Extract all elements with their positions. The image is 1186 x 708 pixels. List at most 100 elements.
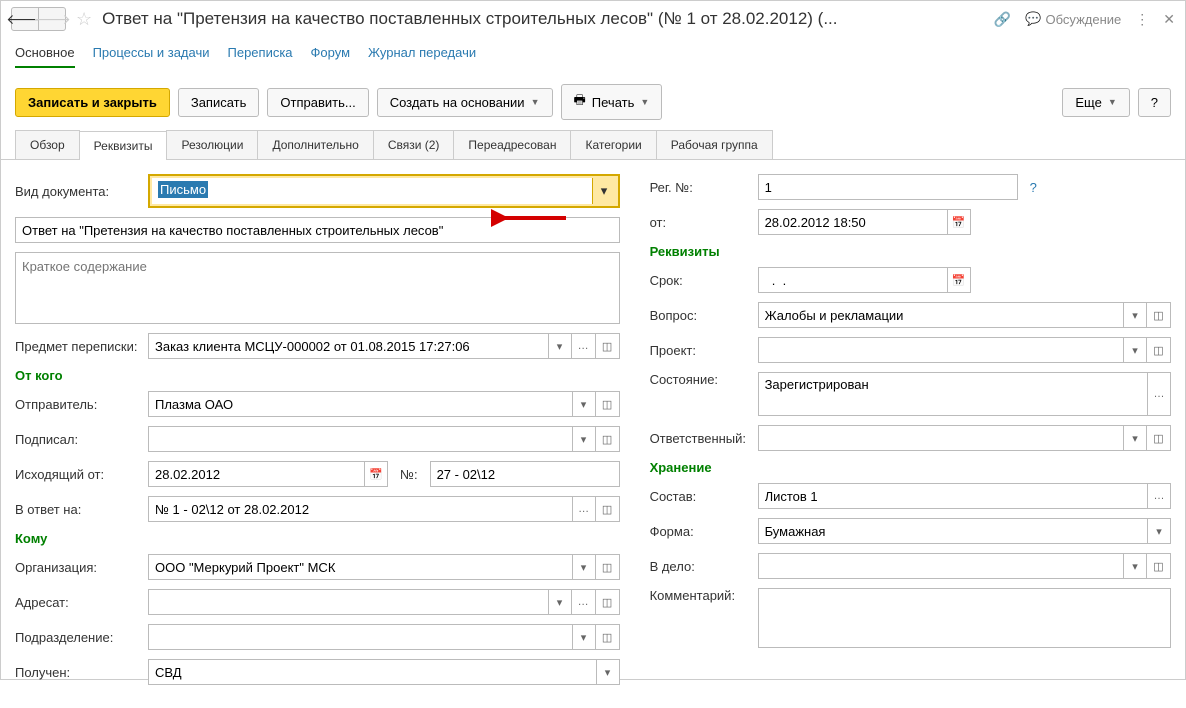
comment-label: Комментарий: [650, 588, 750, 603]
save-close-button[interactable]: Записать и закрыть [15, 88, 170, 117]
chat-icon: 💬 [1025, 11, 1041, 27]
menu-forum[interactable]: Форум [311, 45, 351, 68]
tab-requisites[interactable]: Реквизиты [79, 131, 168, 160]
sender-label: Отправитель: [15, 397, 140, 412]
favorite-star-icon[interactable]: ☆ [76, 9, 92, 30]
composition-input[interactable] [758, 483, 1147, 509]
menu-correspondence[interactable]: Переписка [228, 45, 293, 68]
open-icon[interactable]: ◫ [596, 426, 620, 452]
open-icon[interactable]: ◫ [1147, 553, 1171, 579]
dropdown-icon[interactable]: ▾ [596, 659, 620, 685]
open-icon[interactable]: ◫ [596, 589, 620, 615]
addressee-label: Адресат: [15, 595, 140, 610]
comment-textarea[interactable] [758, 588, 1171, 648]
project-label: Проект: [650, 343, 750, 358]
reply-to-input[interactable] [148, 496, 572, 522]
dropdown-icon[interactable]: ▾ [548, 333, 572, 359]
from-section-label: От кого [15, 368, 620, 383]
doc-type-label: Вид документа: [15, 184, 140, 199]
calendar-icon[interactable]: 📅 [364, 461, 388, 487]
deadline-input[interactable] [758, 267, 947, 293]
menu-processes[interactable]: Процессы и задачи [93, 45, 210, 68]
dropdown-icon[interactable]: ▾ [572, 554, 596, 580]
open-icon[interactable]: ◫ [1147, 302, 1171, 328]
dropdown-icon[interactable]: ▾ [1123, 553, 1147, 579]
print-button[interactable]: 🖶Печать▼ [561, 84, 663, 120]
menu-journal[interactable]: Журнал передачи [368, 45, 476, 68]
calendar-icon[interactable]: 📅 [947, 267, 971, 293]
reply-to-label: В ответ на: [15, 502, 140, 517]
status-input[interactable]: Зарегистрирован [758, 372, 1147, 416]
num-label: №: [400, 467, 418, 482]
open-icon[interactable]: ◫ [1147, 425, 1171, 451]
dropdown-icon[interactable]: ▾ [572, 426, 596, 452]
open-icon[interactable]: ◫ [596, 496, 620, 522]
help-icon[interactable]: ? [1030, 180, 1037, 195]
outgoing-date-input[interactable] [148, 461, 364, 487]
subject-input[interactable] [15, 217, 620, 243]
addressee-input[interactable] [148, 589, 548, 615]
tab-overview[interactable]: Обзор [15, 130, 80, 159]
discuss-button[interactable]: 💬 Обсуждение [1025, 11, 1121, 27]
dropdown-icon[interactable]: ▾ [1147, 518, 1171, 544]
form-input[interactable] [758, 518, 1147, 544]
dropdown-icon[interactable]: ▾ [572, 624, 596, 650]
tab-links[interactable]: Связи (2) [373, 130, 455, 159]
save-button[interactable]: Записать [178, 88, 260, 117]
open-icon[interactable]: ◫ [596, 333, 620, 359]
dropdown-icon[interactable]: ▾ [592, 178, 616, 204]
open-icon[interactable]: ◫ [596, 391, 620, 417]
dept-input[interactable] [148, 624, 572, 650]
summary-textarea[interactable] [15, 252, 620, 324]
ellipsis-icon[interactable]: … [1147, 483, 1171, 509]
num-input[interactable] [430, 461, 620, 487]
ellipsis-icon[interactable]: … [1147, 372, 1171, 416]
to-section-label: Кому [15, 531, 620, 546]
ellipsis-icon[interactable]: … [572, 496, 596, 522]
open-icon[interactable]: ◫ [596, 624, 620, 650]
question-label: Вопрос: [650, 308, 750, 323]
open-icon[interactable]: ◫ [1147, 337, 1171, 363]
project-input[interactable] [758, 337, 1123, 363]
link-icon[interactable]: 🔗 [994, 11, 1011, 28]
responsible-input[interactable] [758, 425, 1123, 451]
tab-workgroup[interactable]: Рабочая группа [656, 130, 773, 159]
ellipsis-icon[interactable]: … [572, 333, 596, 359]
question-input[interactable] [758, 302, 1123, 328]
composition-label: Состав: [650, 489, 750, 504]
corr-subject-label: Предмет переписки: [15, 339, 140, 354]
close-icon[interactable]: ✕ [1163, 11, 1175, 28]
create-based-button[interactable]: Создать на основании▼ [377, 88, 553, 117]
received-label: Получен: [15, 665, 140, 680]
received-input[interactable] [148, 659, 596, 685]
send-button[interactable]: Отправить... [267, 88, 368, 117]
responsible-label: Ответственный: [650, 431, 750, 446]
status-label: Состояние: [650, 372, 750, 387]
corr-subject-input[interactable] [148, 333, 548, 359]
calendar-icon[interactable]: 📅 [947, 209, 971, 235]
reg-num-input[interactable] [758, 174, 1018, 200]
dropdown-icon[interactable]: ▾ [572, 391, 596, 417]
signed-input[interactable] [148, 426, 572, 452]
dropdown-icon[interactable]: ▾ [1123, 337, 1147, 363]
more-button[interactable]: Еще▼ [1062, 88, 1129, 117]
org-input[interactable] [148, 554, 572, 580]
dropdown-icon[interactable]: ▾ [1123, 302, 1147, 328]
nav-forward-button[interactable]: 🡒 [38, 7, 66, 31]
doc-type-field[interactable]: Письмо ▾ [148, 174, 620, 208]
kebab-menu-icon[interactable]: ⋮ [1135, 11, 1149, 28]
tab-resolutions[interactable]: Резолюции [166, 130, 258, 159]
menu-main[interactable]: Основное [15, 45, 75, 68]
dropdown-icon[interactable]: ▾ [1123, 425, 1147, 451]
ellipsis-icon[interactable]: … [572, 589, 596, 615]
dept-label: Подразделение: [15, 630, 140, 645]
dropdown-icon[interactable]: ▾ [548, 589, 572, 615]
sender-input[interactable] [148, 391, 572, 417]
tab-redirected[interactable]: Переадресован [453, 130, 571, 159]
to-case-input[interactable] [758, 553, 1123, 579]
help-button[interactable]: ? [1138, 88, 1171, 117]
open-icon[interactable]: ◫ [596, 554, 620, 580]
from-date-input[interactable] [758, 209, 947, 235]
tab-categories[interactable]: Категории [570, 130, 656, 159]
tab-additional[interactable]: Дополнительно [257, 130, 373, 159]
